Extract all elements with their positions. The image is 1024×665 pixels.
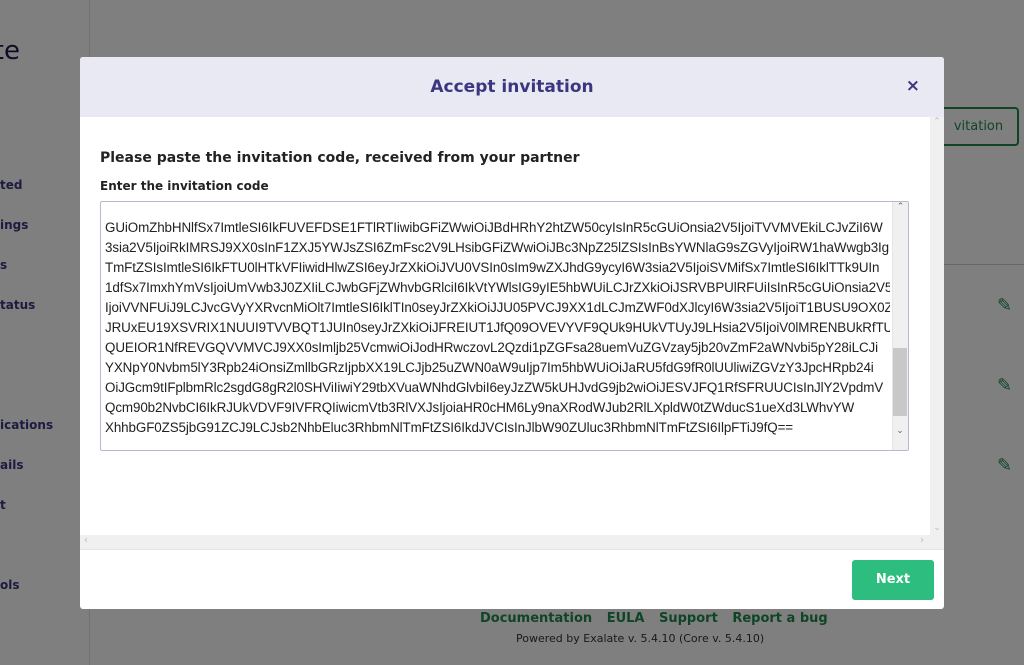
dialog-horizontal-scrollbar[interactable]: ‹ › [80, 535, 944, 549]
dialog-title: Accept invitation [430, 77, 594, 97]
code-line: 3sia2V5IjoiRkIMRSJ9XX0sInF1ZXJ5YWJsZSI6Z… [105, 240, 890, 255]
instruction-heading: Please paste the invitation code, receiv… [100, 150, 580, 166]
code-line: TmFtZSIsImtleSI6IkFTU0lHTkVFIiwidHlwZSI6… [105, 260, 880, 275]
dialog-header: Accept invitation × [80, 57, 944, 117]
scroll-up-icon[interactable]: ⌃ [893, 202, 908, 212]
dialog-footer: Next [80, 549, 944, 609]
dialog-body: Please paste the invitation code, receiv… [80, 117, 944, 549]
close-icon[interactable]: × [906, 76, 920, 96]
code-line: IjoiVVNFUiJ9LCJvcGVyYXRvcnMiOlt7ImtleSI6… [105, 300, 890, 315]
accept-invitation-dialog: Accept invitation × Please paste the inv… [80, 57, 944, 609]
scroll-right-icon[interactable]: › [920, 535, 924, 546]
textarea-scrollbar[interactable]: ⌃ ⌄ [892, 202, 908, 450]
next-button[interactable]: Next [852, 560, 934, 600]
scroll-left-icon[interactable]: ‹ [84, 535, 88, 546]
code-field-label: Enter the invitation code [100, 179, 269, 193]
code-line: OiJGcm9tIFplbmRlc2sgdG8gR2l0SHViIiwiY29t… [105, 380, 884, 395]
scroll-down-icon[interactable]: ⌄ [930, 523, 944, 533]
invitation-code-input[interactable]: GUiOmZhbHNlfSx7ImtleSI6IkFUVEFDSE1FTlRTI… [100, 201, 909, 451]
dialog-vertical-scrollbar[interactable]: ⌃ ⌄ [930, 117, 944, 535]
scroll-down-icon[interactable]: ⌄ [893, 426, 907, 436]
code-line: QUEIOR1NfREVGQVVMVCJ9XX0sImljb25VcmwiOiJ… [105, 340, 879, 355]
scrollbar-thumb[interactable] [893, 348, 907, 416]
code-line: YXNpY0Nvbm5lY3Rpb24iOnsiZmllbGRzIjpbXX19… [105, 360, 874, 375]
code-line: XhhbGF0ZS5jbG91ZCJ9LCJsb2NhbEluc3RhbmNlT… [105, 420, 794, 435]
scroll-up-icon[interactable]: ⌃ [930, 117, 944, 127]
code-line: GUiOmZhbHNlfSx7ImtleSI6IkFUVEFDSE1FTlRTI… [105, 220, 883, 235]
code-line: Qcm90b2NvbCI6IkRJUkVDVF9IVFRQIiwicmVtb3R… [105, 400, 855, 415]
code-line: JRUxEU19XSVRIX1NUUI9TVVBQT1JUIn0seyJrZXk… [105, 320, 890, 335]
code-line: 1dfSx7ImxhYmVsIjoiUmVwb3J0ZXIiLCJwbGFjZW… [105, 280, 890, 295]
invitation-code-text: GUiOmZhbHNlfSx7ImtleSI6IkFUVEFDSE1FTlRTI… [105, 202, 890, 438]
